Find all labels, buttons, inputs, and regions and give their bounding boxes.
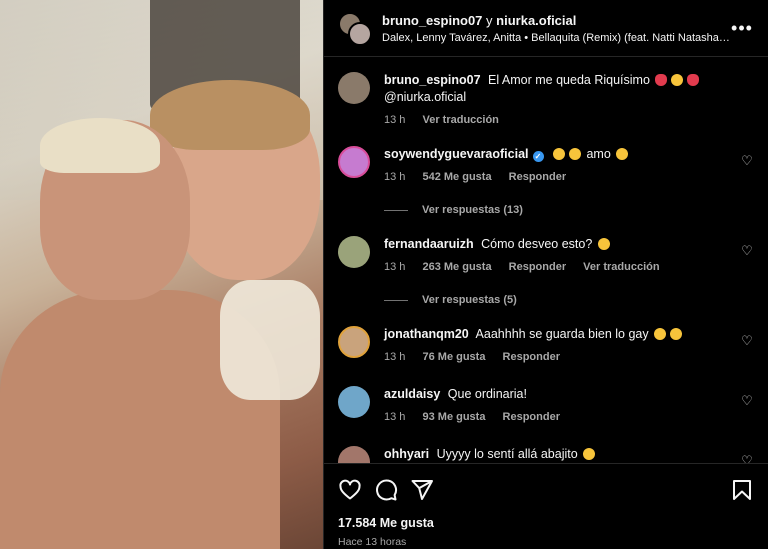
avatar[interactable] — [338, 446, 370, 463]
caption: bruno_espino07 El Amor me queda Riquísim… — [338, 72, 754, 132]
comment-time: 13 h — [384, 261, 406, 273]
comment-meta: 13 h 263 Me gusta Responder Ver traducci… — [384, 259, 726, 276]
comment-user[interactable]: fernandaaruizh — [384, 237, 474, 251]
laugh-emoji-icon — [569, 148, 581, 160]
comment: fernandaaruizh Cómo desveo esto? 13 h 26… — [338, 236, 754, 276]
header-user2[interactable]: niurka.oficial — [496, 13, 576, 28]
caption-body: bruno_espino07 El Amor me queda Riquísim… — [384, 72, 726, 129]
comment-likes[interactable]: 93 Me gusta — [422, 411, 485, 423]
comment-text: Cómo desveo esto? — [481, 237, 593, 251]
comment-body: jonathanqm20 Aaahhhh se guarda bien lo g… — [384, 326, 726, 366]
comment-user[interactable]: azuldaisy — [384, 387, 440, 401]
comment-meta: 13 h 93 Me gusta Responder — [384, 409, 726, 426]
heart-emoji-icon — [687, 74, 700, 86]
photo-top — [220, 280, 320, 400]
avatar[interactable] — [338, 326, 370, 358]
more-options-icon[interactable]: ••• — [730, 18, 754, 39]
comments-list: bruno_espino07 El Amor me queda Riquísim… — [324, 58, 768, 463]
comment: soywendyguevaraoficial ✓ amo 13 h 542 Me … — [338, 146, 754, 186]
caption-user[interactable]: bruno_espino07 — [384, 73, 481, 87]
likes-count[interactable]: 17.584 Me gusta — [338, 516, 434, 530]
avatar[interactable] — [338, 236, 370, 268]
comment-body: azuldaisy Que ordinaria! 13 h 93 Me gust… — [384, 386, 726, 426]
replies-divider — [384, 299, 408, 301]
comment-time: 13 h — [384, 351, 406, 363]
avatar[interactable] — [348, 22, 372, 46]
collab-avatars[interactable] — [338, 12, 372, 46]
reply-button[interactable]: Responder — [503, 411, 560, 423]
comment-text: Uyyyy lo sentí allá abajito — [436, 447, 578, 461]
replies-divider — [384, 209, 408, 211]
comment-likes[interactable]: 76 Me gusta — [422, 351, 485, 363]
comment: ohhyari Uyyyy lo sentí allá abajito ♡ — [338, 446, 754, 463]
comment-text: amo — [586, 147, 611, 161]
comment-icon[interactable] — [374, 478, 398, 502]
comment-body: fernandaaruizh Cómo desveo esto? 13 h 26… — [384, 236, 726, 276]
comment-time: 13 h — [384, 171, 406, 183]
comment: azuldaisy Que ordinaria! 13 h 93 Me gust… — [338, 386, 754, 426]
header-usernames: bruno_espino07 y niurka.oficial — [382, 13, 730, 28]
post-photo[interactable] — [0, 0, 323, 549]
smirk-emoji-icon — [583, 448, 596, 460]
caption-time: 13 h — [384, 114, 406, 126]
reply-button[interactable]: Responder — [503, 351, 560, 363]
action-bar — [338, 478, 754, 504]
like-comment-icon[interactable]: ♡ — [740, 154, 754, 168]
heart-emoji-icon — [655, 74, 668, 86]
comment-text: Que ordinaria! — [447, 387, 527, 401]
share-icon[interactable] — [410, 478, 434, 502]
laugh-emoji-icon — [616, 148, 629, 160]
comment-likes[interactable]: 263 Me gusta — [422, 261, 491, 273]
verified-badge-icon: ✓ — [532, 151, 544, 162]
comment: jonathanqm20 Aaahhhh se guarda bien lo g… — [338, 326, 754, 366]
flushed-emoji-icon — [597, 238, 610, 250]
reply-button[interactable]: Responder — [509, 261, 566, 273]
photo-hair-man — [40, 118, 160, 173]
like-comment-icon[interactable]: ♡ — [740, 454, 754, 464]
bookmark-icon[interactable] — [730, 478, 754, 502]
like-comment-icon[interactable]: ♡ — [740, 394, 754, 408]
translate-button[interactable]: Ver traducción — [422, 114, 498, 126]
view-replies-button[interactable]: Ver respuestas (5) — [384, 294, 517, 306]
comment-user[interactable]: ohhyari — [384, 447, 429, 461]
comment-likes[interactable]: 542 Me gusta — [422, 171, 491, 183]
comment-meta: 13 h 542 Me gusta Responder — [384, 169, 726, 186]
caption-text: El Amor me queda Riquísimo — [488, 73, 650, 87]
avatar[interactable] — [338, 386, 370, 418]
smile-emoji-icon — [671, 74, 684, 86]
like-comment-icon[interactable]: ♡ — [740, 244, 754, 258]
caption-meta: 13 h Ver traducción — [384, 112, 726, 129]
view-replies-button[interactable]: Ver respuestas (13) — [384, 204, 523, 216]
caption-mention[interactable]: @niurka.oficial — [384, 90, 466, 104]
song-info[interactable]: Dalex, Lenny Tavárez, Anitta • Bellaquit… — [382, 32, 730, 44]
avatar[interactable] — [338, 72, 370, 104]
post-time: Hace 13 horas — [338, 536, 407, 548]
avatar[interactable] — [338, 146, 370, 178]
view-replies-label: Ver respuestas (5) — [422, 294, 517, 306]
comment-time: 13 h — [384, 411, 406, 423]
comment-meta: 13 h 76 Me gusta Responder — [384, 349, 726, 366]
reply-button[interactable]: Responder — [509, 171, 566, 183]
post-header: bruno_espino07 y niurka.oficial Dalex, L… — [324, 0, 768, 57]
comment-user[interactable]: soywendyguevaraoficial — [384, 147, 529, 161]
view-replies-label: Ver respuestas (13) — [422, 204, 523, 216]
photo-hair-woman — [150, 80, 310, 150]
like-comment-icon[interactable]: ♡ — [740, 334, 754, 348]
comment-text: Aaahhhh se guarda bien lo gay — [475, 327, 649, 341]
post-modal: bruno_espino07 y niurka.oficial Dalex, L… — [0, 0, 768, 549]
laugh-emoji-icon — [553, 148, 565, 160]
comment-body: soywendyguevaraoficial ✓ amo 13 h 542 Me … — [384, 146, 726, 186]
post-footer: 17.584 Me gusta Hace 13 horas — [324, 463, 768, 549]
laugh-emoji-icon — [654, 328, 667, 340]
header-user1[interactable]: bruno_espino07 — [382, 13, 482, 28]
post-sidebar: bruno_espino07 y niurka.oficial Dalex, L… — [323, 0, 768, 549]
comment-user[interactable]: jonathanqm20 — [384, 327, 469, 341]
translate-button[interactable]: Ver traducción — [583, 261, 659, 273]
header-connector: y — [486, 12, 493, 28]
heart-icon[interactable] — [338, 478, 362, 502]
laugh-emoji-icon — [670, 328, 683, 340]
comment-body: ohhyari Uyyyy lo sentí allá abajito — [384, 446, 726, 463]
header-text: bruno_espino07 y niurka.oficial Dalex, L… — [382, 13, 730, 44]
